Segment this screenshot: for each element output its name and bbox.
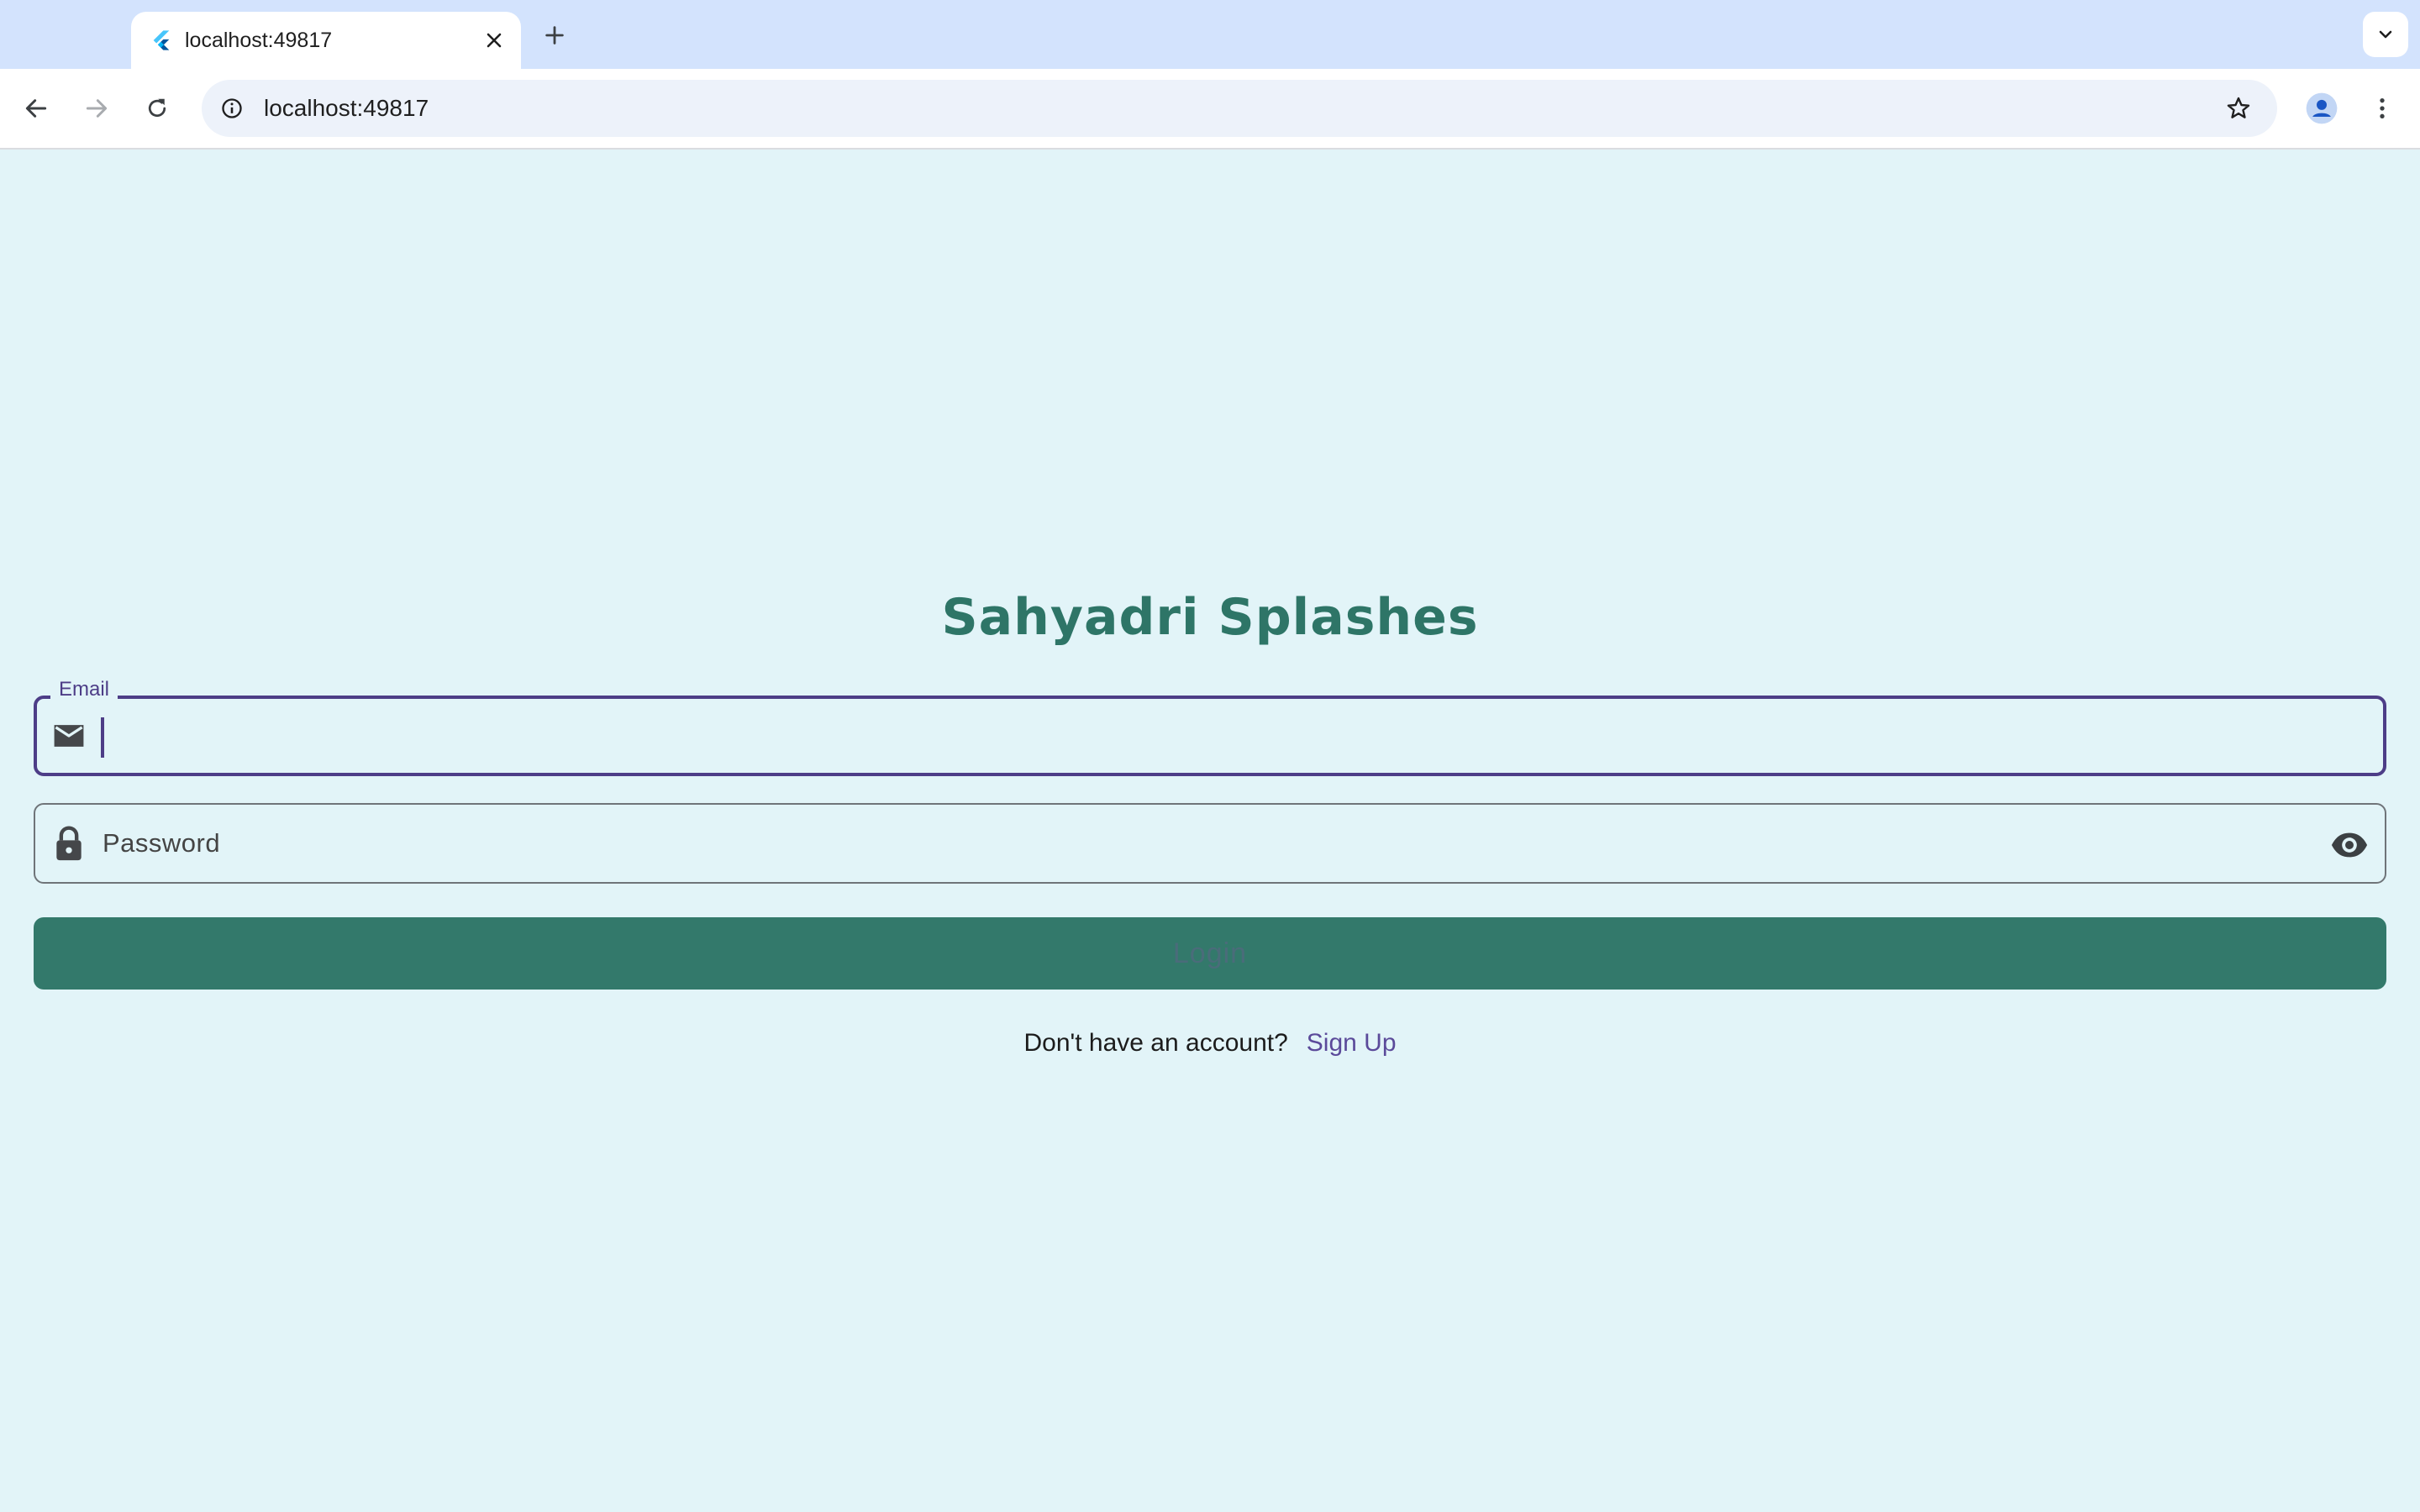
info-icon[interactable] (215, 92, 249, 125)
password-field[interactable]: Password (34, 803, 2386, 884)
sign-up-link[interactable]: Sign Up (1307, 1029, 1397, 1057)
address-bar[interactable]: localhost:49817 (202, 80, 2277, 137)
eye-icon[interactable] (2329, 825, 2370, 865)
chevron-down-icon[interactable] (2363, 12, 2408, 57)
email-field[interactable]: Email (34, 677, 2386, 776)
person-icon[interactable] (2299, 86, 2344, 131)
plus-icon[interactable] (534, 17, 575, 54)
login-button[interactable]: Login (34, 917, 2386, 990)
tab-title: localhost:49817 (185, 29, 333, 52)
browser-toolbar: localhost:49817 (0, 69, 2420, 150)
tab-active[interactable]: localhost:49817 (131, 12, 521, 69)
signup-prompt: Don't have an account? (1023, 1029, 1288, 1057)
text-caret (101, 717, 104, 758)
lock-icon (49, 823, 89, 864)
app-title: Sahyadri Splashes (941, 588, 1479, 647)
star-icon[interactable] (2220, 90, 2257, 127)
password-placeholder: Password (103, 828, 221, 858)
mail-icon (49, 716, 89, 756)
arrow-left-icon[interactable] (13, 86, 59, 131)
signup-row: Don't have an account? Sign Up (0, 1026, 2420, 1060)
kebab-icon[interactable] (2360, 86, 2405, 131)
url-text: localhost:49817 (264, 95, 429, 121)
browser-chrome: localhost:49817 localhost:49817 (0, 0, 2420, 150)
flutter-icon (150, 29, 173, 52)
email-label: Email (50, 677, 118, 702)
reload-icon[interactable] (134, 86, 180, 131)
tab-strip: localhost:49817 (0, 0, 2420, 69)
close-icon[interactable] (479, 25, 509, 55)
arrow-right-icon[interactable] (74, 86, 119, 131)
